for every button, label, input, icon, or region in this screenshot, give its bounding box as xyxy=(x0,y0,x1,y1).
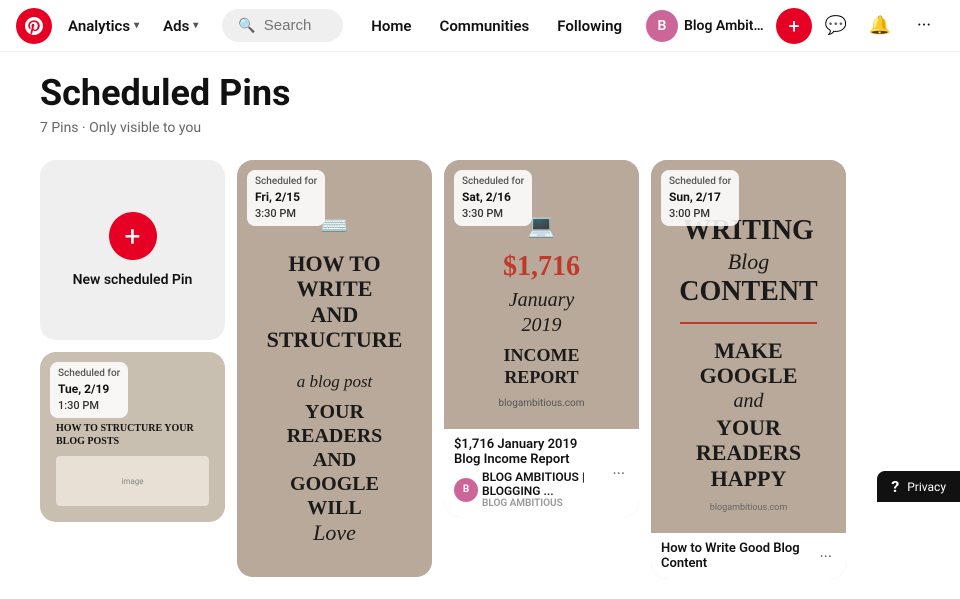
scheduled-badge-structure: Scheduled for Tue, 2/19 1:30 PM xyxy=(50,362,128,418)
analytics-nav[interactable]: Analytics ▾ xyxy=(60,11,147,41)
privacy-question-icon: ? xyxy=(891,477,899,496)
search-bar[interactable]: 🔍 xyxy=(222,9,343,42)
search-input[interactable] xyxy=(264,17,328,34)
ads-chevron-icon: ▾ xyxy=(193,20,198,31)
sched-label: Scheduled for xyxy=(58,367,120,381)
pinterest-logo[interactable] xyxy=(16,8,52,44)
pin-card-write[interactable]: Scheduled for Fri, 2/15 3:30 PM ⌨️ HOW T… xyxy=(237,160,432,577)
pin-author-name-income: Blog Ambitious | Blogging ... xyxy=(482,470,602,498)
user-name: Blog Ambitio... xyxy=(684,18,764,34)
pin-meta-author-income: B Blog Ambitious | Blogging ... BLOG AMB… xyxy=(454,470,602,509)
pin-column-4: Scheduled for Sun, 2/17 3:00 PM WRITING … xyxy=(651,160,846,579)
user-account[interactable]: B Blog Ambitio... xyxy=(638,6,772,46)
sched-time: 1:30 PM xyxy=(58,398,120,413)
search-icon: 🔍 xyxy=(238,18,255,34)
pin-brand-income: BLOG AMBITIOUS xyxy=(482,498,602,509)
analytics-chevron-icon: ▾ xyxy=(134,20,139,31)
app-header: Analytics ▾ Ads ▾ 🔍 Home Communities Fol… xyxy=(0,0,960,52)
scheduled-badge-write: Scheduled for Fri, 2/15 3:30 PM xyxy=(247,170,325,226)
header-right: Home Communities Following B Blog Ambiti… xyxy=(359,6,944,46)
sched-date-w: Fri, 2/15 xyxy=(255,189,317,206)
home-link[interactable]: Home xyxy=(359,11,423,41)
sched-label-c: Scheduled for xyxy=(669,175,731,189)
page-subtitle: 7 Pins · Only visible to you xyxy=(40,120,920,136)
pin-meta-content: How to Write Good Blog Content ··· xyxy=(651,533,846,579)
sched-date-c: Sun, 2/17 xyxy=(669,189,731,206)
scheduled-badge-content: Scheduled for Sun, 2/17 3:00 PM xyxy=(661,170,739,226)
message-button[interactable]: 💬 xyxy=(816,6,856,46)
pin-author-avatar-income: B xyxy=(454,478,478,502)
sched-time-w: 3:30 PM xyxy=(255,206,317,221)
scheduled-badge-income: Scheduled for Sat, 2/16 3:30 PM xyxy=(454,170,532,226)
sched-time-c: 3:00 PM xyxy=(669,206,731,221)
sched-time-i: 3:30 PM xyxy=(462,206,524,221)
notification-icon: 🔔 xyxy=(869,15,891,36)
sched-date-i: Sat, 2/16 xyxy=(462,189,524,206)
ads-nav[interactable]: Ads ▾ xyxy=(155,11,206,41)
message-icon: 💬 xyxy=(825,15,847,36)
new-pin-label: New scheduled Pin xyxy=(73,272,193,288)
new-pin-add-icon: + xyxy=(109,212,157,260)
page-title: Scheduled Pins xyxy=(40,72,920,114)
add-button[interactable]: + xyxy=(776,8,812,44)
pins-grid: + New scheduled Pin Scheduled for Tue, 2… xyxy=(40,160,920,579)
privacy-bar[interactable]: ? Privacy xyxy=(877,471,960,502)
pin-more-button-income[interactable]: ··· xyxy=(608,462,629,485)
main-content: Scheduled Pins 7 Pins · Only visible to … xyxy=(0,52,960,599)
pin-meta-title-content: How to Write Good Blog Content xyxy=(661,541,809,571)
pin-card-content[interactable]: Scheduled for Sun, 2/17 3:00 PM WRITING … xyxy=(651,160,846,579)
following-link[interactable]: Following xyxy=(545,11,634,41)
pin-meta-title-income: $1,716 January 2019 Blog Income Report xyxy=(454,437,602,467)
sched-label-i: Scheduled for xyxy=(462,175,524,189)
communities-link[interactable]: Communities xyxy=(428,11,542,41)
pin-card-structure[interactable]: Scheduled for Tue, 2/19 1:30 PM HOW TO S… xyxy=(40,352,225,522)
sched-date: Tue, 2/19 xyxy=(58,381,120,398)
pin-column-3: Scheduled for Sat, 2/16 3:30 PM 💻 $1,716… xyxy=(444,160,639,517)
notification-button[interactable]: 🔔 xyxy=(860,6,900,46)
pin-meta-income: $1,716 January 2019 Blog Income Report B… xyxy=(444,429,639,517)
pin-column-2: Scheduled for Fri, 2/15 3:30 PM ⌨️ HOW T… xyxy=(237,160,432,577)
new-pin-card[interactable]: + New scheduled Pin xyxy=(40,160,225,340)
pin-column-1: + New scheduled Pin Scheduled for Tue, 2… xyxy=(40,160,225,522)
privacy-label: Privacy xyxy=(907,480,946,494)
pin-card-income[interactable]: Scheduled for Sat, 2/16 3:30 PM 💻 $1,716… xyxy=(444,160,639,517)
analytics-label: Analytics xyxy=(68,17,130,35)
sched-label-w: Scheduled for xyxy=(255,175,317,189)
pin-more-button-content[interactable]: ··· xyxy=(815,545,836,568)
avatar: B xyxy=(646,10,678,42)
ads-label: Ads xyxy=(163,17,189,35)
more-button[interactable]: ··· xyxy=(904,6,944,46)
more-icon: ··· xyxy=(917,15,931,36)
